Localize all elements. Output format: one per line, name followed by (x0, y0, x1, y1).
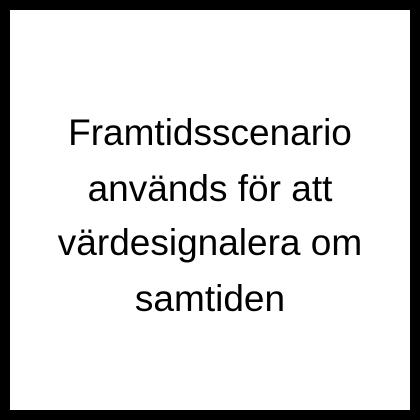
statement-line-2: används för att (87, 168, 333, 209)
statement-line-3: värdesignalera om (57, 222, 363, 263)
statement-line-4: samtiden (134, 278, 286, 319)
text-card: Framtidsscenario används för att värdesi… (10, 10, 410, 410)
statement-line-1: Framtidsscenario (68, 112, 352, 153)
statement-text: Framtidsscenario används för att värdesi… (10, 10, 410, 410)
